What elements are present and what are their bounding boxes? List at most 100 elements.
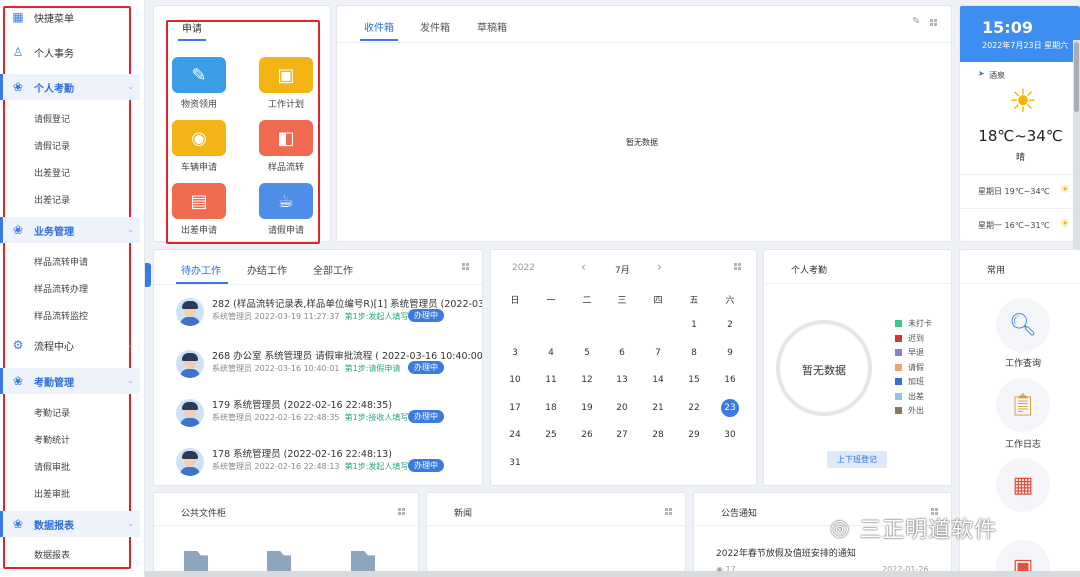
sidebar-item-trip-approve[interactable]: 出差审批 — [0, 483, 140, 503]
grid-icon[interactable] — [398, 508, 405, 515]
app-vehicle[interactable]: ◉ 车辆申请 — [164, 120, 234, 173]
sidebar-item-attendance-record[interactable]: 考勤记录 — [0, 402, 140, 422]
calendar-day[interactable]: 15 — [682, 375, 706, 385]
calendar-day[interactable]: 9 — [718, 348, 742, 358]
sidebar-item-flow-center[interactable]: ⚙ 流程中心 ⌄ — [0, 332, 140, 358]
apply-tab[interactable]: 申请 — [182, 20, 202, 35]
calendar-day[interactable]: 25 — [539, 430, 563, 440]
calendar-day[interactable]: 5 — [575, 348, 599, 358]
sidebar-item-trip-register[interactable]: 出差登记 — [0, 162, 140, 182]
divider — [960, 283, 1079, 284]
sidebar-item-personal-affairs[interactable]: ♙ 个人事务 — [0, 39, 140, 65]
grid-icon[interactable] — [665, 508, 672, 515]
edit-icon[interactable]: ✎ — [912, 16, 920, 27]
chevron-right-icon[interactable]: › — [657, 260, 662, 274]
files-title: 公共文件柜 — [181, 509, 227, 519]
calendar-day[interactable]: 29 — [682, 430, 706, 440]
tab-sent[interactable]: 发件箱 — [420, 19, 450, 34]
sidebar-item-sample-handle[interactable]: 样品流转办理 — [0, 278, 140, 298]
app-business-trip[interactable]: ▤ 出差申请 — [164, 183, 234, 236]
calendar-day[interactable]: 6 — [610, 348, 634, 358]
calendar-day[interactable]: 23 — [718, 398, 742, 417]
calendar-day[interactable]: 21 — [646, 403, 670, 413]
work-query-button[interactable]: 🔍︎ — [996, 298, 1050, 352]
sidebar-item-quick-menu[interactable]: ▦ 快捷菜单 — [0, 4, 140, 30]
calendar-day[interactable]: 16 — [718, 375, 742, 385]
todo-item[interactable]: 268 办公室 系统管理员 请假审批流程 ( 2022-03-16 10:40:… — [176, 346, 482, 386]
calendar-day[interactable]: 20 — [610, 403, 634, 413]
tab-todo[interactable]: 待办工作 — [181, 262, 221, 277]
app-leave[interactable]: ☕ 请假申请 — [251, 183, 321, 236]
grid-icon[interactable] — [462, 263, 469, 270]
todo-item[interactable]: 178 系统管理员 (2022-02-16 22:48:13) 系统管理员 20… — [176, 444, 482, 484]
todo-item[interactable]: 282 (样品流转记录表,样品单位编号R)[1] 系统管理员 (2022-03-… — [176, 294, 482, 334]
calendar-year[interactable]: 2022 — [512, 263, 535, 273]
calendar-month[interactable]: 7月 — [615, 263, 630, 276]
grid-icon[interactable] — [734, 263, 741, 270]
calendar-day[interactable]: 12 — [575, 375, 599, 385]
sidebar-item-attendance-stats[interactable]: 考勤统计 — [0, 429, 140, 449]
avatar — [176, 350, 204, 378]
sidebar-item-trip-record[interactable]: 出差记录 — [0, 189, 140, 209]
calendar-button[interactable]: ▦ — [996, 458, 1050, 512]
sidebar-item-sample-apply[interactable]: 样品流转申请 — [0, 251, 140, 271]
sidebar-item-attendance-mgmt[interactable]: ❀ 考勤管理 ⌄ — [0, 368, 140, 394]
calendar-day[interactable]: 19 — [575, 403, 599, 413]
calendar-day[interactable]: 27 — [610, 430, 634, 440]
attendance-empty: 暂无数据 — [802, 364, 846, 377]
calendar-day[interactable]: 10 — [503, 375, 527, 385]
calendar-day[interactable]: 1 — [682, 320, 706, 330]
divider — [764, 283, 951, 284]
calendar-day[interactable]: 31 — [503, 458, 527, 468]
app-sample-transfer[interactable]: ◧ 样品流转 — [251, 120, 321, 173]
weekday-label: 三 — [617, 296, 627, 306]
chevron-left-icon[interactable]: ‹ — [581, 260, 586, 274]
tab-inbox[interactable]: 收件箱 — [364, 19, 394, 34]
sidebar-item-leave-approve[interactable]: 请假审批 — [0, 456, 140, 476]
notice-item-title[interactable]: 2022年春节放假及值班安排的通知 — [716, 546, 856, 559]
calendar-day[interactable]: 17 — [503, 403, 527, 413]
calendar-day[interactable]: 24 — [503, 430, 527, 440]
clock-in-button[interactable]: 上下班登记 — [827, 451, 887, 468]
status-badge: 办理中 — [408, 361, 444, 374]
calendar-panel: 2022 ‹ 7月 › 日一二三四五六 1 2 3 4 5 6 7 8 9 10 11 12 13 14 15… — [490, 249, 757, 486]
sidebar-item-personal-attendance[interactable]: ❀ 个人考勤 ⌄ — [0, 74, 140, 100]
calendar-day[interactable]: 14 — [646, 375, 670, 385]
presentation-icon: ▣ — [259, 57, 313, 93]
sidebar-item-business[interactable]: ❀ 业务管理 ⌄ — [0, 217, 140, 243]
work-log-button[interactable]: 📋︎ — [996, 378, 1050, 432]
calendar-day[interactable]: 4 — [539, 348, 563, 358]
calendar-day[interactable]: 13 — [610, 375, 634, 385]
calendar-day[interactable]: 7 — [646, 348, 670, 358]
calendar-day[interactable]: 11 — [539, 375, 563, 385]
calendar-day[interactable]: 22 — [682, 403, 706, 413]
folder-icon[interactable] — [351, 551, 375, 573]
calendar-day[interactable]: 28 — [646, 430, 670, 440]
todo-item[interactable]: 179 系统管理员 (2022-02-16 22:48:35) 系统管理员 20… — [176, 395, 482, 435]
calendar-day[interactable]: 30 — [718, 430, 742, 440]
sidebar-item-leave-record[interactable]: 请假记录 — [0, 135, 140, 155]
sidebar-item-data-report[interactable]: ❀ 数据报表 ⌄ — [0, 511, 140, 537]
scrollbar-thumb[interactable] — [1074, 42, 1079, 112]
app-work-plan[interactable]: ▣ 工作计划 — [251, 57, 321, 110]
calendar-day[interactable]: 18 — [539, 403, 563, 413]
tab-drafts[interactable]: 草稿箱 — [477, 19, 507, 34]
app-material[interactable]: ✎ 物资领用 — [164, 57, 234, 110]
tab-all[interactable]: 全部工作 — [313, 262, 353, 277]
empty-text: 暂无数据 — [626, 138, 658, 147]
sidebar-collapse-handle[interactable] — [145, 263, 151, 287]
sidebar-item-sample-monitor[interactable]: 样品流转监控 — [0, 305, 140, 325]
tab-done[interactable]: 办结工作 — [247, 262, 287, 277]
calendar-day[interactable]: 26 — [575, 430, 599, 440]
h-scrollbar[interactable] — [145, 571, 1080, 577]
folder-icon[interactable] — [267, 551, 291, 573]
grid-icon[interactable] — [930, 19, 937, 26]
weather-panel: 15:09 2022年7月23日 星期六 ➤ 酒泉 ☀ 18℃~34℃ 晴 星期… — [959, 5, 1080, 242]
calendar-day[interactable]: 3 — [503, 348, 527, 358]
sidebar-item-data-report-sub[interactable]: 数据报表 — [0, 544, 140, 564]
calendar-day[interactable]: 8 — [682, 348, 706, 358]
calendar-day[interactable]: 2 — [718, 320, 742, 330]
folder-icon[interactable] — [184, 551, 208, 573]
notebook-icon: ✎ — [172, 57, 226, 93]
sidebar-item-leave-register[interactable]: 请假登记 — [0, 108, 140, 128]
